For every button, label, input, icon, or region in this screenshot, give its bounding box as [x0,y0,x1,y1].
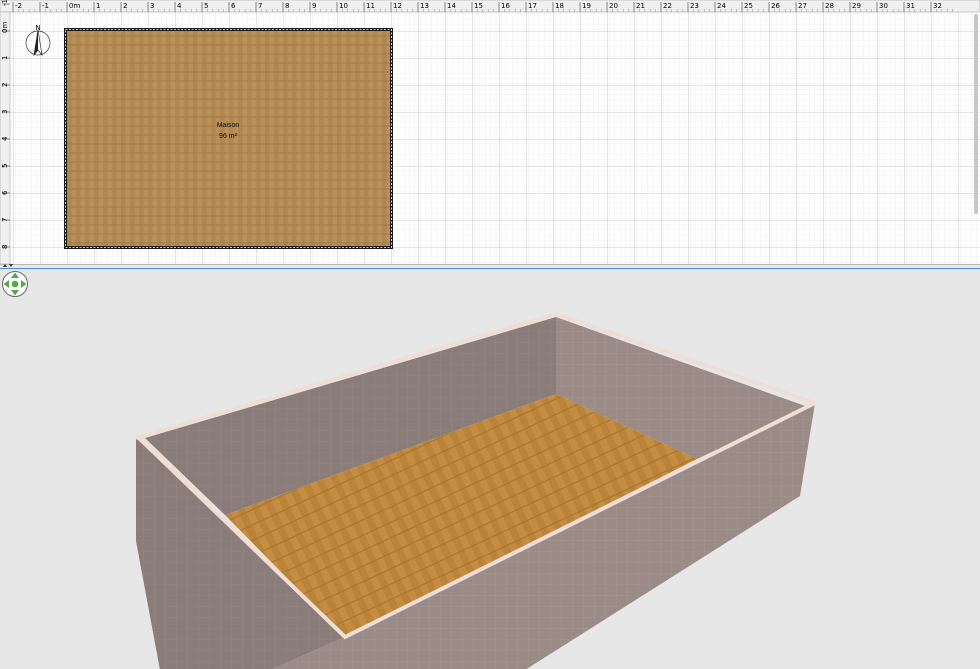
h-ruler-label: 0m [69,2,80,10]
h-ruler-label: 2 [123,2,127,10]
h-ruler-label: 4 [177,2,182,10]
h-ruler-label: 19 [582,2,591,10]
v-ruler-label: 5 [1,164,9,168]
h-ruler-label: -1 [42,2,49,10]
h-ruler-label: 3 [150,2,154,10]
v-ruler-label: 8 [1,245,9,249]
h-ruler-label: 30 [879,2,888,10]
h-ruler-label: 22 [663,2,672,10]
h-ruler-label: 24 [717,2,726,10]
h-ruler-label: 25 [744,2,753,10]
h-ruler-label: 26 [771,2,780,10]
v-ruler-label: 1 [1,56,9,60]
3d-canvas[interactable] [0,269,980,669]
h-ruler-label: 27 [798,2,807,10]
v-ruler-label: 7 [1,218,9,222]
h-ruler-label: 11 [366,2,375,10]
room-area: 96 m² [219,133,238,140]
compass-label: N [35,24,40,32]
h-ruler-label: 31 [906,2,915,10]
navigation-arrows-icon[interactable] [1,270,29,298]
v-ruler-label: 2 [1,83,9,87]
h-ruler-label: 1 [96,2,100,10]
h-ruler-label: 6 [231,2,236,10]
h-ruler-label: 17 [528,2,537,10]
h-ruler-label: 9 [312,2,316,10]
h-ruler-label: 32 [933,2,942,10]
room-maison[interactable]: Maison 96 m² [64,28,393,249]
h-ruler-label: 29 [852,2,861,10]
h-ruler-label: 8 [285,2,289,10]
plan-view[interactable]: -2 -1 0m 1 2 3 4 5 6 7 8 9 10 11 12 13 14 15 16 17 18 19 20 21 2… [0,0,980,264]
v-ruler-label: 0m [1,22,9,33]
h-ruler-label: 13 [420,2,429,10]
h-ruler-label: 23 [690,2,699,10]
vertical-scrollbar[interactable] [974,14,978,214]
h-ruler-label: 16 [501,2,510,10]
room-name: Maison [217,122,240,129]
plan-canvas[interactable]: -2 -1 0m 1 2 3 4 5 6 7 8 9 10 11 12 13 14 15 16 17 18 19 20 21 2… [0,0,980,264]
h-ruler-label: 14 [447,2,456,10]
h-ruler-label: -2 [15,2,22,10]
v-ruler-label: 4 [1,136,9,141]
h-ruler-label: 12 [393,2,402,10]
h-ruler-label: 5 [204,2,208,10]
h-ruler-label: 7 [258,2,262,10]
v-ruler-label: 6 [1,190,9,195]
h-ruler-label: 18 [555,2,564,10]
v-ruler-label: -1 [1,0,9,6]
h-ruler-label: 15 [474,2,483,10]
3d-view[interactable] [0,268,980,669]
h-ruler-label: 20 [609,2,618,10]
h-ruler-label: 10 [339,2,348,10]
h-ruler-label: 28 [825,2,834,10]
h-ruler-label: 21 [636,2,645,10]
v-ruler-label: 3 [1,110,9,114]
